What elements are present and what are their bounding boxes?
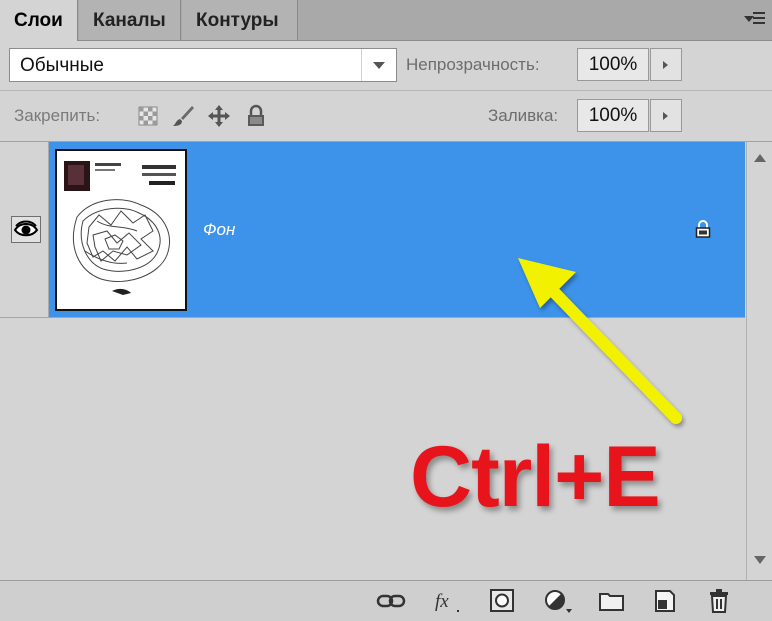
layer-mask-icon[interactable] xyxy=(487,587,517,615)
fx-icon[interactable]: fx xyxy=(432,587,462,615)
trash-icon[interactable] xyxy=(704,587,734,615)
lock-image-pixels-icon[interactable] xyxy=(170,103,196,129)
opacity-label: Непрозрачность: xyxy=(406,55,540,74)
layer-thumbnail xyxy=(55,149,187,311)
blend-mode-value: Обычные xyxy=(20,55,104,76)
layers-scrollbar[interactable] xyxy=(746,142,772,580)
new-layer-icon[interactable] xyxy=(650,587,680,615)
fill-label: Заливка: xyxy=(488,106,559,125)
panel-tab-bar: Слои Каналы Контуры xyxy=(0,0,772,41)
fill-slider-button[interactable] xyxy=(650,99,682,132)
layer-name[interactable]: Фон xyxy=(203,220,235,240)
lock-all-icon[interactable] xyxy=(243,103,269,129)
fill-field[interactable]: 100% xyxy=(577,99,649,132)
scroll-down-icon[interactable] xyxy=(754,556,766,564)
lock-transparent-pixels-icon[interactable] xyxy=(135,103,161,129)
layer-row[interactable]: Фон xyxy=(49,142,745,317)
tab-paths[interactable]: Контуры xyxy=(182,0,298,40)
blend-mode-select[interactable]: Обычные xyxy=(9,48,397,82)
link-layers-icon[interactable] xyxy=(376,587,406,615)
lock-label: Закрепить: xyxy=(14,106,101,125)
tab-channels[interactable]: Каналы xyxy=(79,0,181,40)
svg-text:fx: fx xyxy=(435,591,449,612)
divider xyxy=(0,317,745,318)
panel-footer-toolbar: fx xyxy=(0,580,772,621)
adjustment-layer-icon[interactable] xyxy=(542,587,572,615)
lock-position-icon[interactable] xyxy=(206,103,232,129)
visibility-column xyxy=(0,142,49,317)
hotkey-annotation: Ctrl+E xyxy=(410,429,661,525)
eye-icon xyxy=(13,220,39,237)
opacity-slider-button[interactable] xyxy=(650,48,682,81)
divider xyxy=(0,90,772,91)
tab-layers[interactable]: Слои xyxy=(0,0,78,41)
group-folder-icon[interactable] xyxy=(597,587,627,615)
visibility-toggle[interactable] xyxy=(11,216,41,243)
opacity-field[interactable]: 100% xyxy=(577,48,649,81)
panel-menu-icon[interactable] xyxy=(744,10,766,28)
scroll-up-icon[interactable] xyxy=(754,154,766,162)
layers-panel: Слои Каналы Контуры Обычные Непрозрачнос… xyxy=(0,0,772,621)
chevron-down-icon[interactable] xyxy=(361,49,396,81)
lock-icon xyxy=(695,220,711,238)
